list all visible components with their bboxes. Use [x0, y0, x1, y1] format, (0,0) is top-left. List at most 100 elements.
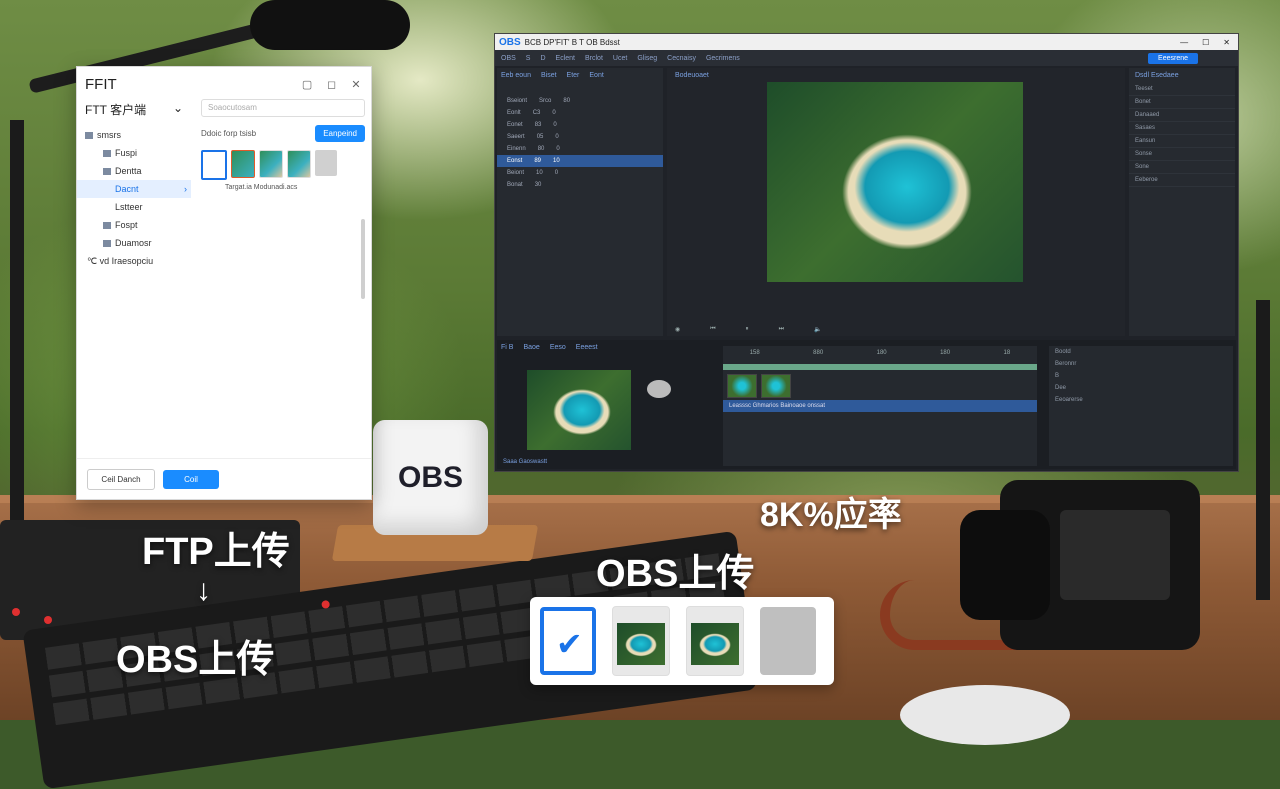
property-row[interactable]: Eansun [1129, 135, 1235, 148]
play-icon[interactable]: ◉ [675, 326, 680, 333]
scene-row[interactable]: Eonlt C3 0 [497, 107, 663, 119]
property-row[interactable]: Sonse [1129, 148, 1235, 161]
cancel-button[interactable]: Ceil Danch [87, 468, 155, 490]
property-row[interactable]: Teeset [1129, 83, 1235, 96]
document-file-icon[interactable] [540, 607, 596, 675]
close-icon[interactable]: ✕ [1223, 38, 1230, 47]
upload-button[interactable]: Eanpeind [315, 125, 365, 142]
clip-property[interactable]: B [1049, 370, 1233, 382]
tab[interactable]: Eont [589, 72, 603, 79]
timeline-ruler: 158 880 180 180 18 [723, 346, 1037, 356]
path-row: Ddoic forp tsisb Eanpeind [201, 125, 365, 142]
scrollbar[interactable] [361, 219, 365, 299]
pause-icon[interactable]: ⏸ [746, 326, 749, 333]
close-icon[interactable]: ✕ [349, 78, 363, 91]
folder-icon [103, 240, 111, 248]
timeline-mark: 180 [876, 350, 887, 356]
menu-item[interactable]: D [540, 55, 545, 62]
tree-item[interactable]: Dentta [77, 162, 191, 180]
tab[interactable]: Baoe [523, 344, 539, 351]
menu-item[interactable]: Gliseg [637, 55, 657, 62]
blank-file-icon[interactable] [760, 607, 816, 675]
image-file-icon[interactable] [259, 150, 283, 178]
clip-property[interactable]: Beronnr [1049, 358, 1233, 370]
ftp-sidebar-header[interactable]: FTT 客户端 ⌄ [77, 99, 191, 120]
folder-icon [103, 168, 111, 176]
ftp-sidebar: FTT 客户端 ⌄ smsrs Fuspi Dentta Dacnt › Lstt… [77, 99, 191, 459]
blank-file-icon[interactable] [315, 150, 337, 176]
timeline-clip[interactable] [761, 374, 791, 398]
tree-item[interactable]: Duamosr [77, 234, 191, 252]
tree-item-root[interactable]: smsrs [77, 126, 191, 144]
scene-row[interactable]: Bonat 30 [497, 179, 663, 191]
tab[interactable]: Eeso [550, 344, 566, 351]
menu-action-button[interactable]: Eeesrene [1148, 52, 1198, 64]
scene-row[interactable]: Beiont 10 0 [497, 167, 663, 179]
skip-icon[interactable]: ⏮ [710, 326, 715, 333]
tab[interactable]: Biset [541, 72, 557, 79]
menu-item[interactable]: OBS [501, 55, 516, 62]
clip-property[interactable]: Dee [1049, 382, 1233, 394]
scene-row[interactable]: Einenn 80 0 [497, 143, 663, 155]
image-file-icon[interactable] [231, 150, 255, 178]
tab[interactable]: Eter [567, 72, 580, 79]
timeline[interactable]: 158 880 180 180 18 Leasssc Ghmarios Bain… [723, 346, 1037, 466]
menu-item[interactable]: Eclent [556, 55, 575, 62]
mouse [900, 685, 1070, 745]
tree-item[interactable]: Fospt [77, 216, 191, 234]
tree-item-label: Lstteer [115, 202, 143, 212]
timeline-mark: 180 [940, 350, 951, 356]
image-file-icon[interactable] [287, 150, 311, 178]
property-row[interactable]: Bonet [1129, 96, 1235, 109]
document-file-icon[interactable] [201, 150, 227, 180]
scene-row[interactable]: Eonet 83 0 [497, 119, 663, 131]
skip-forward-icon[interactable]: ⏭ [779, 326, 784, 333]
tree-item[interactable]: Lstteer [77, 198, 191, 216]
preview-header: Bodeuoaet [675, 72, 709, 79]
tree-item[interactable]: Fuspi [77, 144, 191, 162]
obs-cube: OBS [373, 420, 488, 535]
obs-upload-caption: OBS上传 [116, 639, 275, 681]
scene-col-b: 0 [556, 146, 560, 152]
tab[interactable]: Eeb eoun [501, 72, 531, 79]
volume-icon[interactable]: 🔈 [814, 326, 821, 333]
minimize-icon[interactable]: — [1180, 38, 1188, 47]
status-bar: Saaa Gaoswastt [503, 459, 548, 465]
preview-image[interactable] [767, 82, 1023, 282]
property-row[interactable]: Sone [1129, 161, 1235, 174]
scene-row-selected[interactable]: Eonst 89 10 [497, 155, 663, 167]
ok-button[interactable]: Coil [163, 469, 219, 489]
scene-name: Eonet [507, 122, 523, 128]
tab[interactable]: Eeeest [576, 344, 598, 351]
search-input[interactable]: Soaocutosam [201, 99, 365, 117]
timeline-clip[interactable] [727, 374, 757, 398]
image-file-icon[interactable] [686, 606, 744, 676]
menu-item[interactable]: Cecnaisy [667, 55, 696, 62]
source-thumbnail[interactable] [527, 370, 631, 450]
menu-item[interactable]: Ucet [613, 55, 627, 62]
scene-name: Bonat [507, 182, 523, 188]
scene-row[interactable]: Saeert 05 0 [497, 131, 663, 143]
maximize-icon[interactable]: ☐ [1202, 38, 1209, 47]
menu-item[interactable]: S [526, 55, 531, 62]
property-row[interactable]: Sasaes [1129, 122, 1235, 135]
property-row[interactable]: Eeberoe [1129, 174, 1235, 187]
record-toggle-icon[interactable] [647, 380, 671, 398]
minimize-icon[interactable]: ▢ [300, 78, 314, 91]
tree-item-label: Duamosr [115, 238, 152, 248]
tree-item-selected[interactable]: Dacnt › [77, 180, 191, 198]
ftp-sidebar-title: FTT 客户端 [85, 103, 147, 117]
menu-item[interactable]: Gecrimens [706, 55, 740, 62]
tab[interactable]: Fi B [501, 344, 513, 351]
clip-property[interactable]: Bootd [1049, 346, 1233, 358]
scene-row[interactable]: Bseiont Srco 80 [497, 95, 663, 107]
timeline-track[interactable]: Leasssc Ghmarios Bainoaoe onssat [723, 400, 1037, 412]
maximize-icon[interactable]: ◻ [325, 78, 339, 91]
property-row[interactable]: Danaaed [1129, 109, 1235, 122]
menu-item[interactable]: Brclot [585, 55, 603, 62]
tree-item[interactable]: ℃ vd Iraesopciu [77, 252, 191, 270]
user-icon [85, 132, 93, 140]
image-file-icon[interactable] [612, 606, 670, 676]
scene-col-a: 30 [534, 182, 542, 188]
clip-property[interactable]: Eeoarerse [1049, 394, 1233, 406]
